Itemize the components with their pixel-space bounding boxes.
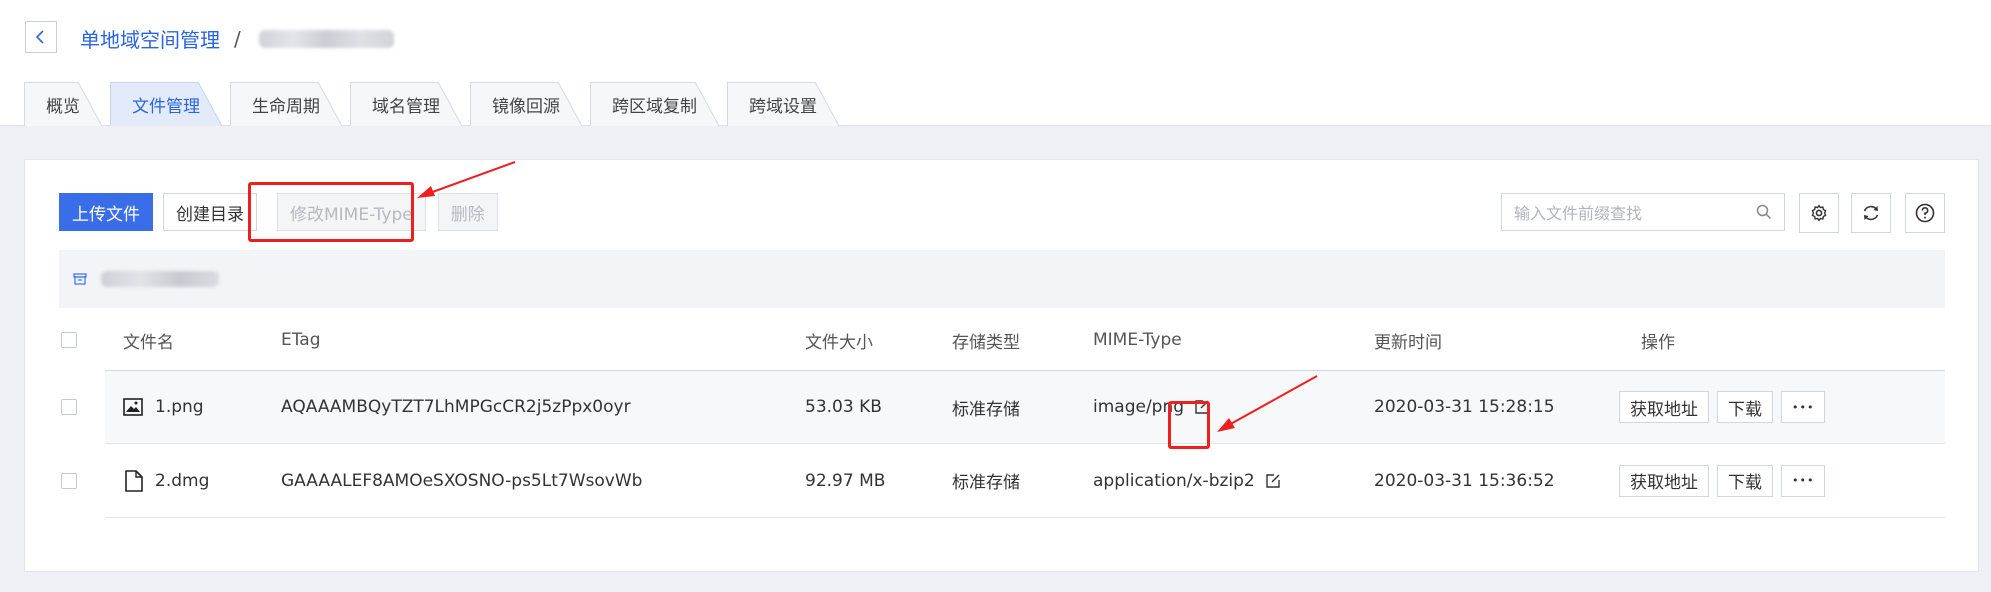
toolbar: 上传文件 创建目录 修改MIME-Type 删除 [59,193,508,231]
search-placeholder: 输入文件前缀查找 [1514,204,1643,223]
column-header-storage: 存储类型 [952,332,1020,353]
refresh-button[interactable] [1851,193,1891,233]
storage-type: 标准存储 [952,473,1020,493]
download-button[interactable]: 下载 [1717,464,1773,497]
mime-type-value: image/png [1093,397,1185,417]
breadcrumb: 单地域空间管理 / [80,24,394,53]
updated-time: 2020-03-31 15:28:15 [1374,397,1555,417]
file-icon [125,469,143,492]
tab-label: 跨区域复制 [612,96,697,117]
tab-label: 概览 [46,96,80,117]
row-checkbox[interactable] [61,399,77,415]
tab-label: 生命周期 [252,96,320,117]
tab-file-management[interactable]: 文件管理 [110,82,222,126]
file-management-panel: 上传文件 创建目录 修改MIME-Type 删除 输入文件前缀查找 文件名 ET… [24,159,1979,572]
get-url-button[interactable]: 获取地址 [1619,391,1709,423]
tab-cross-region-replication[interactable]: 跨区域复制 [590,82,719,126]
page-header: 单地域空间管理 / 概览 文件管理 生命周期 域名管理 镜像回源 跨区域复制 跨… [0,0,1991,126]
chevron-left-icon [35,30,44,44]
file-size: 92.97 MB [805,470,886,491]
settings-button[interactable] [1799,193,1839,233]
edit-mime-icon[interactable] [1194,399,1210,415]
tab-label: 跨域设置 [749,96,817,117]
breadcrumb-separator: / [234,26,241,51]
table-row: 2.dmg GAAAALEF8AMOeSXOSNO-ps5Lt7WsovWb 9… [61,444,1945,518]
search-icon [1756,204,1772,220]
current-path-bar [59,250,1945,308]
breadcrumb-bucket-name-redacted [258,29,394,48]
table-row: 1.png AQAAAMBQyTZT7LhMPGcCR2j5zPpx0oyr 5… [61,370,1945,444]
more-actions-button[interactable]: ••• [1781,391,1826,423]
tab-label: 镜像回源 [492,96,560,117]
more-actions-button[interactable]: ••• [1781,464,1826,497]
tab-label: 文件管理 [132,96,200,117]
row-checkbox[interactable] [61,472,77,489]
file-name[interactable]: 1.png [155,371,204,443]
gear-icon [1811,204,1827,222]
tab-bar: 概览 文件管理 生命周期 域名管理 镜像回源 跨区域复制 跨域设置 [24,82,847,126]
column-header-mime: MIME-Type [1093,330,1182,350]
help-button[interactable] [1905,193,1945,233]
table-header-row: 文件名 ETag 文件大小 存储类型 MIME-Type 更新时间 操作 [59,310,1945,370]
delete-button[interactable]: 删除 [437,193,498,231]
updated-time: 2020-03-31 15:36:52 [1374,470,1555,491]
tab-domain-management[interactable]: 域名管理 [350,82,462,126]
upload-file-button[interactable]: 上传文件 [59,193,153,231]
column-header-etag: ETag [281,330,321,350]
file-size: 53.03 KB [805,397,882,417]
mime-type-value: application/x-bzip2 [1093,470,1255,491]
tab-lifecycle[interactable]: 生命周期 [230,82,342,126]
file-table: 文件名 ETag 文件大小 存储类型 MIME-Type 更新时间 操作 1.p… [59,310,1945,518]
breadcrumb-parent-link[interactable]: 单地域空间管理 [80,24,220,53]
column-header-actions: 操作 [1641,332,1675,353]
select-all-checkbox[interactable] [61,332,77,348]
storage-type: 标准存储 [952,399,1020,420]
refresh-icon [1863,205,1879,221]
image-file-icon [123,398,143,416]
edit-mime-type-button[interactable]: 修改MIME-Type [277,193,426,231]
create-directory-button[interactable]: 创建目录 [163,193,257,231]
get-url-button[interactable]: 获取地址 [1619,464,1709,497]
column-header-name: 文件名 [123,332,174,353]
prefix-search-input[interactable]: 输入文件前缀查找 [1501,193,1785,231]
download-button[interactable]: 下载 [1717,391,1773,423]
tab-label: 域名管理 [372,96,440,117]
help-icon [1915,203,1935,223]
file-etag: AQAAAMBQyTZT7LhMPGcCR2j5zPpx0oyr [281,397,631,417]
file-name[interactable]: 2.dmg [155,444,209,517]
path-name-redacted [101,271,219,287]
edit-mime-icon[interactable] [1265,473,1281,489]
column-header-size: 文件大小 [805,332,873,353]
bucket-icon [73,273,87,285]
column-header-updated: 更新时间 [1374,332,1442,353]
file-etag: GAAAALEF8AMOeSXOSNO-ps5Lt7WsovWb [281,470,643,491]
tab-mirror-origin[interactable]: 镜像回源 [470,82,582,126]
tab-overview[interactable]: 概览 [24,82,102,126]
tab-cors-settings[interactable]: 跨域设置 [727,82,839,126]
back-button[interactable] [25,21,57,53]
